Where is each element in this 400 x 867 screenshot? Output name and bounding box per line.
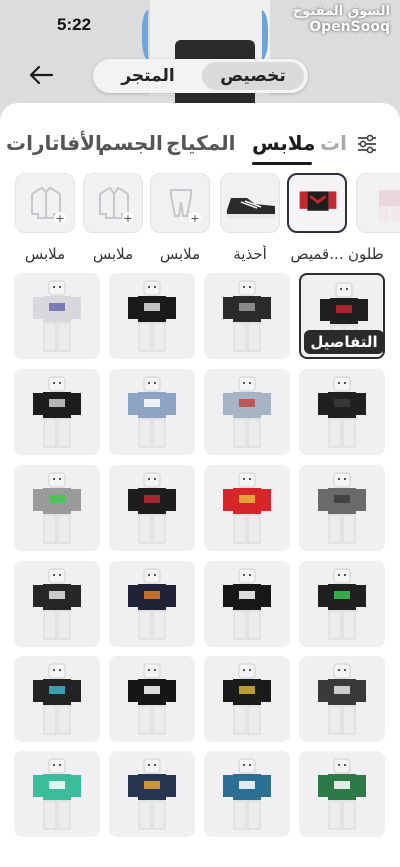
avatar-shirt-preview: [318, 472, 366, 544]
status-bar: 5:22 السوق المفتوح OpenSooq: [0, 0, 400, 44]
svg-text:+: +: [123, 212, 132, 225]
item-tile-shirt-navy-logo[interactable]: [109, 751, 195, 837]
avatar-shirt-preview: [223, 280, 271, 352]
avatar-shirt-preview: [33, 280, 81, 352]
segment-customize[interactable]: تخصيص: [202, 62, 304, 90]
subcategory-label-pants: طلون: [348, 245, 384, 263]
avatar-shirt-preview: [318, 758, 366, 830]
item-tile-shirt-blue-jersey[interactable]: [204, 751, 290, 837]
item-tile-shirt-black-tee[interactable]: [109, 656, 195, 742]
item-tile-shirt-black-red[interactable]: [109, 465, 195, 551]
subcategory-clothing-3[interactable]: +: [15, 173, 75, 233]
item-tile-shirt-black-chain[interactable]: [204, 656, 290, 742]
item-tile-shirt-black-graffiti[interactable]: [109, 273, 195, 359]
avatar-shirt-preview: [318, 568, 366, 640]
subcategory-row: طلون قميص... أحذية + ملابس + ملابس + ملا…: [0, 173, 400, 268]
subcategory-clothing-2[interactable]: +: [83, 173, 143, 233]
avatar-shirt-preview: [128, 568, 176, 640]
item-tile-shirt-navy-pattern[interactable]: [109, 561, 195, 647]
details-button[interactable]: التفاصيل: [304, 330, 384, 354]
tab-avatars[interactable]: الأفاتارات: [6, 131, 102, 155]
watermark-english: OpenSooq: [309, 19, 390, 35]
jacket-add-icon: +: [99, 186, 134, 225]
item-tile-shirt-black-green[interactable]: [299, 561, 385, 647]
customize-panel: ات ملابس المكياج الجسم الأفاتارات طلون ق…: [0, 103, 400, 867]
avatar-shirt-preview: [223, 568, 271, 640]
subcategory-pants[interactable]: [356, 173, 400, 233]
item-tile-shirt-grey-fur[interactable]: [299, 465, 385, 551]
tab-makeup[interactable]: المكياج: [166, 131, 236, 155]
item-tile-shirt-black-plain[interactable]: [299, 369, 385, 455]
watermark-arabic: السوق المفتوح: [292, 4, 390, 19]
subcategory-shirt[interactable]: [287, 173, 347, 233]
subcategory-label-shoes: أحذية: [233, 245, 267, 263]
item-tile-shirt-black-skull[interactable]: [14, 369, 100, 455]
subcategory-clothing-1[interactable]: +: [150, 173, 210, 233]
shirt-add-icon: +: [31, 186, 66, 225]
avatar-shirt-preview: [33, 376, 81, 448]
status-time: 5:22: [57, 15, 92, 34]
item-tile-shirt-black-print-2[interactable]: [299, 656, 385, 742]
sliders-icon[interactable]: [356, 133, 378, 155]
subcategory-label-clothing-1: ملابس: [159, 245, 201, 263]
mode-switch: تخصيص المتجر: [93, 59, 308, 93]
segment-shop[interactable]: المتجر: [99, 62, 197, 90]
shoe-icon: [227, 198, 275, 218]
avatar-shirt-preview: [128, 663, 176, 735]
avatar-shirt-preview: [128, 376, 176, 448]
avatar-shirt-preview: [33, 663, 81, 735]
watermark: السوق المفتوح OpenSooq: [293, 4, 390, 35]
item-tile-shirt-black-small-logo[interactable]: [204, 561, 290, 647]
avatar-shirt-preview: [223, 663, 271, 735]
item-tile-shirt-black-stripes[interactable]: [204, 273, 290, 359]
item-tile-shirt-black-teal[interactable]: [14, 656, 100, 742]
avatar-shirt-preview: [318, 663, 366, 735]
tab-body[interactable]: الجسم: [98, 131, 163, 155]
avatar-shirt-preview: [128, 472, 176, 544]
pants-shirt-icon: [379, 190, 400, 222]
item-tile-shirt-red[interactable]: [204, 465, 290, 551]
tab-underline: [252, 162, 312, 165]
red-shirt-icon: [299, 191, 337, 211]
tab-partial[interactable]: ات: [320, 131, 346, 155]
item-tile-shirt-black-print[interactable]: [14, 561, 100, 647]
subcategory-shoes[interactable]: [220, 173, 280, 233]
item-tile-shirt-white-logo[interactable]: [14, 273, 100, 359]
svg-text:+: +: [190, 212, 199, 225]
item-tile-shirt-teal-jersey[interactable]: [14, 751, 100, 837]
avatar-shirt-preview: [33, 758, 81, 830]
avatar-shirt-preview: [33, 472, 81, 544]
arrow-left-icon[interactable]: [28, 62, 54, 88]
item-tile-shirt-red-black[interactable]: التفاصيل: [299, 273, 385, 359]
category-tabs: ات ملابس المكياج الجسم الأفاتارات: [0, 127, 346, 167]
subcategory-label-clothing-2: ملابس: [92, 245, 134, 263]
item-tile-shirt-grey-green[interactable]: [14, 465, 100, 551]
avatar-shirt-preview: [128, 280, 176, 352]
item-tile-shirt-green-jersey[interactable]: [299, 751, 385, 837]
subcategory-label-shirt: قميص...: [290, 245, 344, 263]
item-tile-shirt-denim[interactable]: [204, 369, 290, 455]
avatar-shirt-preview: [318, 376, 366, 448]
avatar-shirt-preview: [223, 472, 271, 544]
item-tile-shirt-blue-shield[interactable]: [109, 369, 195, 455]
avatar-shirt-preview: [33, 568, 81, 640]
avatar-shirt-preview: [223, 376, 271, 448]
tab-clothing[interactable]: ملابس: [252, 131, 315, 155]
pants-add-icon: +: [170, 189, 201, 225]
avatar-shirt-preview: [223, 758, 271, 830]
avatar-shirt-preview: [128, 758, 176, 830]
svg-text:+: +: [55, 212, 64, 225]
subcategory-label-clothing-3: ملابس: [24, 245, 66, 263]
